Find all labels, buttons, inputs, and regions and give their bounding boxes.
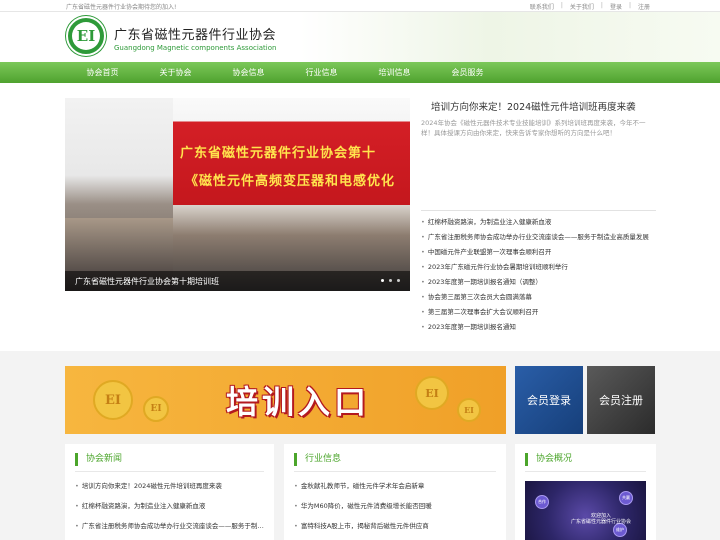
list-item[interactable]: • 华为M60降价，磁性元件消费级增长能否回暖 (294, 500, 498, 520)
logo-mark: EI (72, 22, 100, 50)
nav-home[interactable]: 协会首页 (66, 62, 139, 83)
nav-about[interactable]: 关于协会 (139, 62, 212, 83)
divider (525, 471, 646, 472)
nav-training-info[interactable]: 培训信息 (358, 62, 431, 83)
login-link[interactable]: 登录 (610, 2, 622, 11)
bullet-icon: • (421, 263, 425, 271)
section-title[interactable]: 行业信息 (294, 453, 341, 466)
list-item[interactable]: • 红棉杯融资路演，为制造业注入健康新血液 (421, 215, 656, 230)
list-item[interactable]: •广东省注册税务师协会成功举办行业交流座谈会——服务于制造业高质量发展 (421, 230, 656, 245)
training-entry-banner[interactable]: EI EI EI EI 培训入口 (65, 366, 506, 434)
news-list: • 红棉杯融资路演，为制造业注入健康新血液 • 广东省注册税务师协会成功举办行业交流… (421, 215, 656, 335)
divider (294, 471, 496, 472)
association-news-panel: 协会新闻 • 培训方向你来定！2024磁性元件培训班再度来袭 • 红棉杯融资路演，为… (65, 444, 274, 540)
feature-title[interactable]: 培训方向你来定！2024磁性元件培训班再度来袭 (431, 99, 636, 113)
contact-link[interactable]: 联系我们 (530, 2, 554, 11)
featured-area: 广东省磁性元器件行业协会第十 《磁性元件高频变压器和电感优化 广东省磁性元器件行… (0, 83, 720, 351)
bullet-icon: • (421, 248, 425, 256)
divider (421, 210, 656, 211)
bullet-icon: • (75, 522, 79, 530)
about-image[interactable]: 合作 共赢 维护 欢迎加入 广东省磁性元器件行业协会 (525, 481, 646, 540)
list-item[interactable]: • 2023年度第一期培训报名通知（调整） (421, 275, 656, 290)
list-item[interactable]: • 富特科技A股上市，揭秘背后磁性元件供应商 (294, 520, 498, 540)
slide-dot[interactable] (381, 279, 384, 282)
slide-banner-line2: 《磁性元件高频变压器和电感优化 (185, 174, 396, 189)
separator: | (628, 2, 631, 9)
about-circle: 合作 (535, 495, 549, 509)
header: EI 广东省磁性元器件行业协会 Guangdong Magnetic compo… (0, 12, 720, 62)
list-item[interactable]: • 培训方向你来定！2024磁性元件培训班再度来袭 (75, 480, 266, 500)
list-item[interactable]: • 金秋献礼教师节，磁性元件学术年会启新章 (294, 480, 498, 500)
list-item[interactable]: •广东省注册税务师协会成功举办行业交流座谈会——服务于制造业高质量发展 (75, 520, 266, 540)
bullet-icon: • (421, 323, 425, 331)
news-list: • 金秋献礼教师节，磁性元件学术年会启新章 • 华为M60降价，磁性元件消费级增长能… (294, 480, 498, 540)
member-login-button[interactable]: 会员登录 (515, 366, 583, 434)
slide-caption-bar: 广东省磁性元器件行业协会第十期培训班 (65, 271, 410, 291)
welcome-text: 广东省磁性元器件行业协会期待您的加入! (66, 4, 177, 11)
bullet-icon: • (421, 278, 425, 286)
training-entry-title: 培训入口 (225, 383, 370, 421)
bullet-icon: • (294, 482, 298, 490)
coin-icon: EI (143, 396, 169, 422)
separator: | (600, 2, 603, 9)
list-item[interactable]: • 红棉杯融资路演，为制造业注入健康新血液 (75, 500, 266, 520)
bullet-icon: • (294, 502, 298, 510)
image-slider[interactable]: 广东省磁性元器件行业协会第十 《磁性元件高频变压器和电感优化 广东省磁性元器件行… (65, 98, 410, 291)
about-panel: 协会概况 合作 共赢 维护 欢迎加入 广东省磁性元器件行业协会 (515, 444, 656, 540)
slide-caption: 广东省磁性元器件行业协会第十期培训班 (75, 277, 219, 286)
about-circle: 共赢 (619, 491, 633, 505)
industry-news-panel: 行业信息 • 金秋献礼教师节，磁性元件学术年会启新章 • 华为M60降价，磁性元件消… (284, 444, 506, 540)
bullet-icon: • (421, 233, 425, 241)
site-subtitle: Guangdong Magnetic components Associatio… (114, 44, 277, 52)
about-circle: 维护 (613, 523, 627, 537)
bullet-icon: • (75, 482, 79, 490)
slide-dot[interactable] (397, 279, 400, 282)
slide-banner-line1: 广东省磁性元器件行业协会第十 (180, 146, 377, 161)
main-nav: 协会首页 关于协会 协会信息 行业信息 培训信息 会员服务 (0, 62, 720, 83)
slide-dots (376, 279, 400, 282)
section-title[interactable]: 协会概况 (525, 453, 572, 466)
list-item[interactable]: • 2023年广东磁元件行业协会暑期培训班顺利举行 (421, 260, 656, 275)
feature-description: 2024年协会《磁性元器件技术专业技能培训》系列培训班再度来袭，今年不一样！具体… (421, 119, 646, 137)
list-item[interactable]: • 第三届第二次理事会扩大会议顺利召开 (421, 305, 656, 320)
coin-icon: EI (415, 376, 449, 410)
bullet-icon: • (294, 522, 298, 530)
bullet-icon: • (75, 502, 79, 510)
list-item[interactable]: • 2023年度第一期培训报名通知 (421, 320, 656, 335)
bullet-icon: • (421, 218, 425, 226)
nav-association-info[interactable]: 协会信息 (212, 62, 285, 83)
about-link[interactable]: 关于我们 (570, 2, 594, 11)
slide-dot[interactable] (389, 279, 392, 282)
logo-icon[interactable]: EI (66, 16, 106, 56)
register-link[interactable]: 注册 (638, 2, 650, 11)
list-item[interactable]: • 中国磁元件产业联盟第一次理事会顺利召开 (421, 245, 656, 260)
list-item[interactable]: • 协会第三届第三次会员大会圆满落幕 (421, 290, 656, 305)
separator: | (560, 2, 563, 9)
bullet-icon: • (421, 308, 425, 316)
header-decoration (300, 12, 720, 62)
about-welcome-line2: 广东省磁性元器件行业协会 (571, 519, 632, 525)
news-list: • 培训方向你来定！2024磁性元件培训班再度来袭 • 红棉杯融资路演，为制造业注入… (75, 480, 266, 540)
divider (75, 471, 264, 472)
site-title: 广东省磁性元器件行业协会 (114, 28, 277, 43)
nav-industry-info[interactable]: 行业信息 (285, 62, 358, 83)
member-register-button[interactable]: 会员注册 (587, 366, 655, 434)
coin-icon: EI (93, 380, 133, 420)
top-links: 联系我们 | 关于我们 | 登录 | 注册 (523, 2, 650, 11)
about-welcome: 欢迎加入 广东省磁性元器件行业协会 (571, 513, 631, 525)
bullet-icon: • (421, 293, 425, 301)
top-bar: 广东省磁性元器件行业协会期待您的加入! 联系我们 | 关于我们 | 登录 | 注… (0, 0, 720, 12)
nav-member-services[interactable]: 会员服务 (431, 62, 504, 83)
coin-icon: EI (457, 398, 481, 422)
section-title[interactable]: 协会新闻 (75, 453, 122, 466)
